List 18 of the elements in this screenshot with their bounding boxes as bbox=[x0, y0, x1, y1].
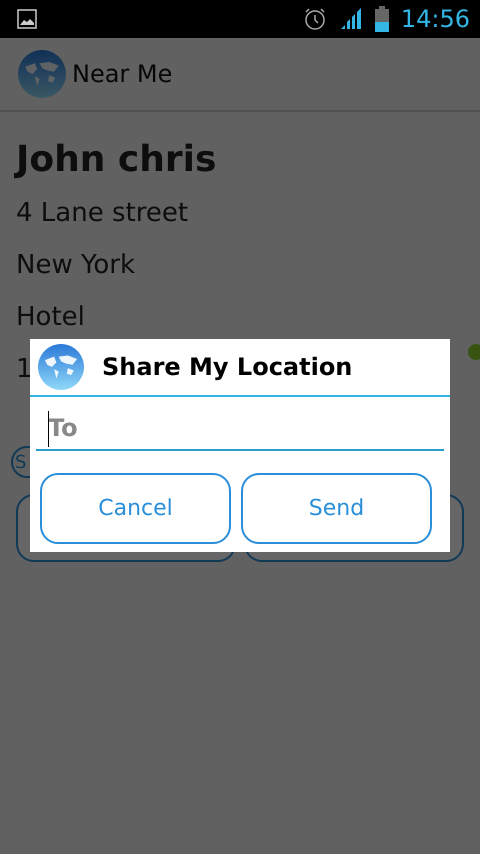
globe-dialog-icon bbox=[38, 344, 84, 390]
picture-icon bbox=[17, 9, 37, 29]
send-button[interactable]: Send bbox=[241, 473, 432, 544]
detail-text: Hotel bbox=[16, 302, 85, 334]
recipient-field[interactable]: To bbox=[36, 403, 444, 451]
clock-time: 14:56 bbox=[400, 5, 470, 33]
battery-icon bbox=[374, 6, 389, 32]
app-title: Near Me bbox=[72, 60, 172, 88]
status-dot bbox=[468, 344, 480, 360]
globe-icon bbox=[18, 50, 66, 98]
detail-text: 4 Lane street bbox=[16, 198, 188, 230]
dialog-title: Share My Location bbox=[102, 353, 352, 381]
contact-name: John chris bbox=[16, 142, 218, 178]
detail-text: 1 bbox=[16, 354, 33, 386]
alarm-icon bbox=[302, 7, 327, 31]
signal-icon bbox=[338, 7, 363, 31]
detail-text: New York bbox=[16, 250, 136, 282]
cancel-button[interactable]: Cancel bbox=[40, 473, 231, 544]
